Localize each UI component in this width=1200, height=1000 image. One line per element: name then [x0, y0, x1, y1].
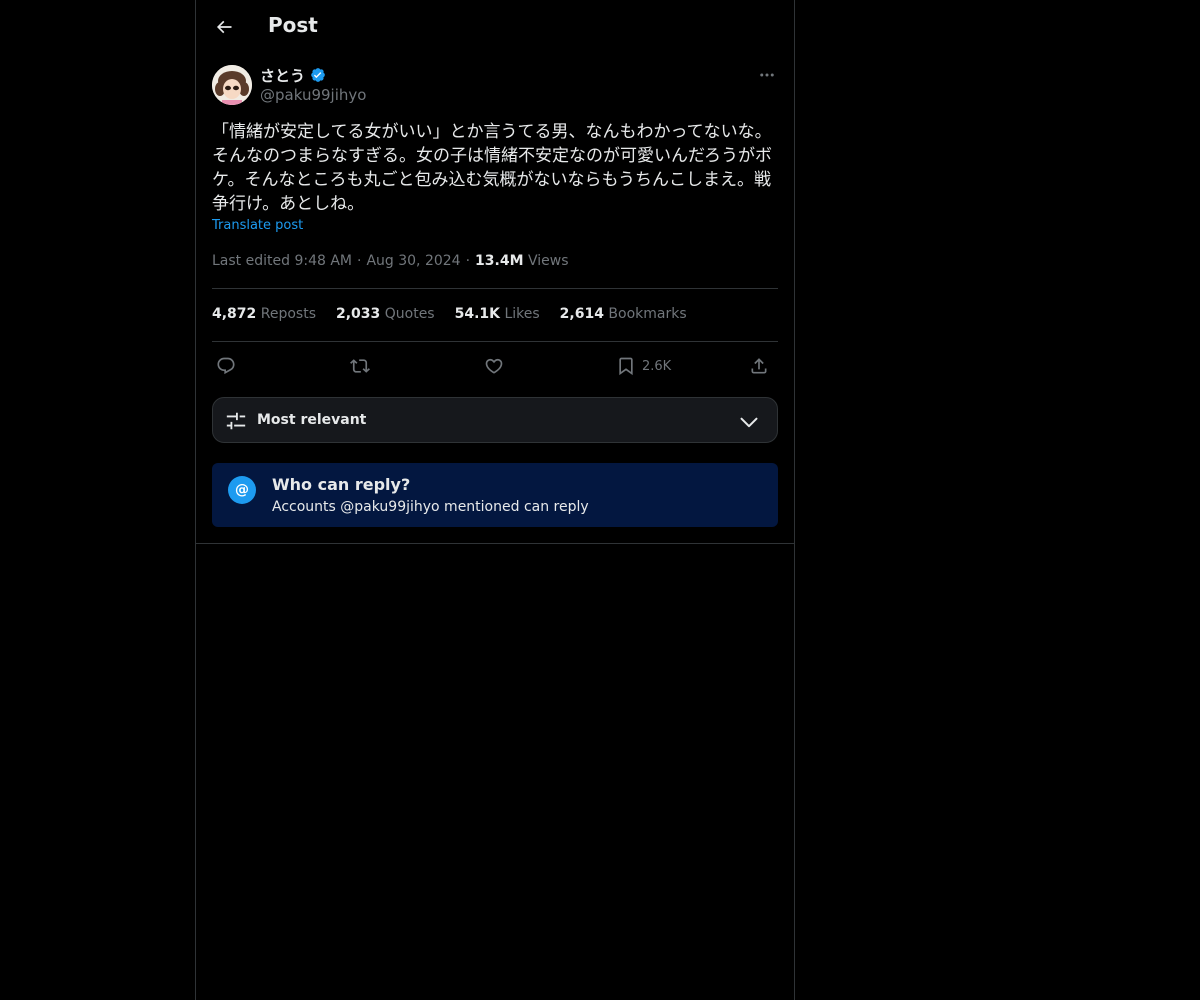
primary-column: Post さとう @paku99jihyo 「情緒が安定してる女がいい」とか言う…	[195, 0, 795, 1000]
post-meta: Last edited 9:48 AM · Aug 30, 2024 · 13.…	[212, 253, 569, 269]
who-can-reply-title: Who can reply?	[272, 475, 411, 494]
likes-count: 54.1K	[454, 306, 500, 322]
reply-button[interactable]	[216, 350, 236, 382]
post-date[interactable]: Aug 30, 2024	[366, 253, 460, 269]
reposts-label: Reposts	[260, 306, 316, 322]
sliders-icon	[226, 412, 246, 430]
meta-separator: ·	[465, 253, 471, 269]
likes-label: Likes	[504, 306, 540, 322]
bookmark-icon	[619, 357, 633, 376]
bookmarks-label: Bookmarks	[608, 306, 687, 322]
bookmark-count: 2.6K	[642, 358, 672, 374]
reposts-count: 4,872	[212, 306, 257, 322]
divider	[212, 341, 778, 342]
heart-icon	[485, 358, 503, 374]
reply-icon	[217, 357, 235, 375]
header: Post	[196, 0, 794, 54]
display-name[interactable]: さとう	[260, 65, 305, 86]
post-author: さとう @paku99jihyo	[212, 64, 778, 108]
repost-button[interactable]	[350, 350, 370, 382]
verified-badge-icon	[311, 68, 325, 82]
avatar[interactable]	[212, 65, 252, 105]
views-count: 13.4M	[475, 253, 524, 269]
meta-separator: ·	[357, 253, 362, 269]
avatar-image	[212, 65, 252, 105]
quotes-label: Quotes	[384, 306, 435, 322]
views-label: Views	[527, 253, 569, 269]
name-row: さとう	[260, 64, 327, 86]
who-can-reply-card: @ Who can reply? Accounts @paku99jihyo m…	[212, 463, 778, 527]
divider	[212, 288, 778, 289]
repost-icon	[350, 359, 370, 373]
bookmarks-count: 2,614	[559, 306, 604, 322]
edited-time[interactable]: Last edited 9:48 AM	[212, 253, 352, 269]
share-button[interactable]	[749, 350, 769, 382]
bookmarks-stat[interactable]: 2,614 Bookmarks	[560, 306, 687, 322]
back-arrow-icon	[216, 20, 232, 34]
who-can-reply-subtitle: Accounts @paku99jihyo mentioned can repl…	[272, 499, 589, 515]
likes-stat[interactable]: 54.1K Likes	[455, 306, 540, 322]
more-options-button[interactable]	[756, 64, 778, 86]
translate-post-link[interactable]: Translate post	[212, 218, 303, 233]
like-button[interactable]	[484, 350, 504, 382]
post-text: 「情緒が安定してる女がいい」とか言うてる男、なんもわかってないな。そんなのつまら…	[212, 122, 772, 214]
mention-icon: @	[228, 476, 256, 504]
handle[interactable]: @paku99jihyo	[260, 86, 366, 104]
views: 13.4M Views	[475, 253, 568, 269]
quotes-count: 2,033	[336, 306, 381, 322]
page-title: Post	[268, 13, 318, 37]
share-icon	[751, 358, 767, 374]
quotes-stat[interactable]: 2,033 Quotes	[336, 306, 435, 322]
back-button[interactable]	[206, 9, 242, 45]
more-dots-icon	[760, 73, 774, 77]
sort-replies-dropdown[interactable]: Most relevant	[212, 397, 778, 443]
post-actions: 2.6K	[212, 350, 778, 382]
divider	[196, 543, 794, 544]
sort-label: Most relevant	[257, 412, 367, 428]
bookmark-button[interactable]: 2.6K	[616, 350, 671, 382]
post-stats: 4,872 Reposts 2,033 Quotes 54.1K Likes 2…	[212, 306, 687, 322]
chevron-down-icon	[740, 417, 758, 428]
reposts-stat[interactable]: 4,872 Reposts	[212, 306, 316, 322]
